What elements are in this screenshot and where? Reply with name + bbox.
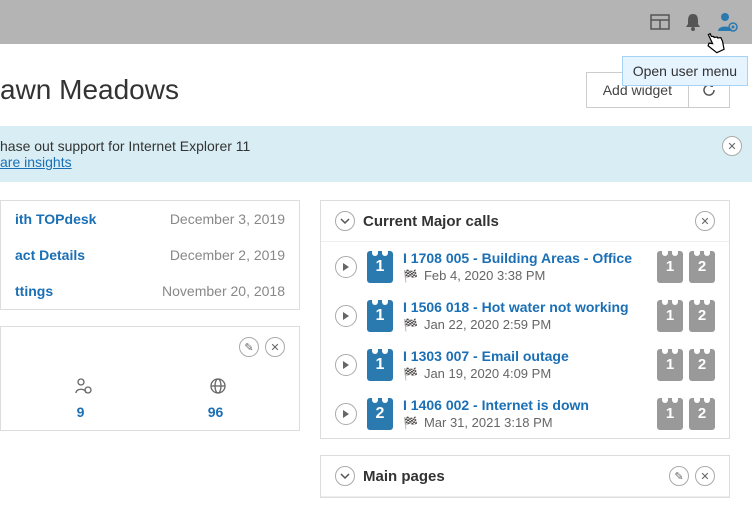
major-calls-title: Current Major calls <box>363 213 695 230</box>
stat-b[interactable]: 96 <box>208 404 224 420</box>
close-icon[interactable]: ✕ <box>265 337 285 357</box>
call-row: 1 I 1303 007 - Email outage 🏁 Jan 19, 202… <box>321 340 729 389</box>
notice-banner: hase out support for Internet Explorer 1… <box>0 126 752 182</box>
play-icon[interactable] <box>335 256 357 278</box>
link-row: ith TOPdesk December 3, 2019 <box>1 201 299 237</box>
chevron-down-icon[interactable] <box>335 211 355 231</box>
ticket-1-button[interactable]: 1 <box>657 349 683 381</box>
ticket-1-button[interactable]: 1 <box>657 300 683 332</box>
link-topdesk[interactable]: ith TOPdesk <box>15 211 96 227</box>
ticket-1-button[interactable]: 1 <box>657 251 683 283</box>
stats-card: ✎ ✕ 9 96 <box>0 326 300 431</box>
ticket-2-button[interactable]: 2 <box>689 300 715 332</box>
checkered-flag-icon: 🏁 <box>403 269 418 283</box>
checkered-flag-icon: 🏁 <box>403 367 418 381</box>
notice-link[interactable]: are insights <box>0 154 72 170</box>
call-timestamp: Mar 31, 2021 3:18 PM <box>424 415 553 430</box>
ticket-2-button[interactable]: 2 <box>689 251 715 283</box>
link-date: December 3, 2019 <box>170 211 285 227</box>
call-row: 1 I 1708 005 - Building Areas - Office 🏁… <box>321 242 729 291</box>
close-icon[interactable]: ✕ <box>695 211 715 231</box>
user-menu-tooltip: Open user menu <box>622 56 748 86</box>
close-icon[interactable]: ✕ <box>695 466 715 486</box>
edit-icon[interactable]: ✎ <box>669 466 689 486</box>
call-row: 1 I 1506 018 - Hot water not working 🏁 Ja… <box>321 291 729 340</box>
priority-badge: 2 <box>367 398 393 430</box>
call-row: 2 I 1406 002 - Internet is down 🏁 Mar 31,… <box>321 389 729 438</box>
person-globe-icon <box>74 377 92 400</box>
play-icon[interactable] <box>335 403 357 425</box>
ticket-2-button[interactable]: 2 <box>689 349 715 381</box>
page-title: awn Meadows <box>0 74 179 106</box>
dashboard-icon[interactable] <box>650 12 670 32</box>
major-calls-card: Current Major calls ✕ 1 I 1708 005 - Bui… <box>320 200 730 439</box>
play-icon[interactable] <box>335 305 357 327</box>
ticket-1-button[interactable]: 1 <box>657 398 683 430</box>
link-row: act Details December 2, 2019 <box>1 237 299 273</box>
link-date: December 2, 2019 <box>170 247 285 263</box>
link-date: November 20, 2018 <box>162 283 285 299</box>
globe-icon <box>209 377 227 400</box>
call-timestamp: Jan 22, 2020 2:59 PM <box>424 317 551 332</box>
checkered-flag-icon: 🏁 <box>403 416 418 430</box>
close-icon[interactable]: ✕ <box>722 136 742 156</box>
main-pages-card: Main pages ✎ ✕ <box>320 455 730 498</box>
link-details[interactable]: act Details <box>15 247 85 263</box>
links-card: ith TOPdesk December 3, 2019 act Details… <box>0 200 300 310</box>
call-title[interactable]: I 1406 002 - Internet is down <box>403 397 647 413</box>
link-settings[interactable]: ttings <box>15 283 53 299</box>
call-timestamp: Jan 19, 2020 4:09 PM <box>424 366 551 381</box>
checkered-flag-icon: 🏁 <box>403 318 418 332</box>
call-title[interactable]: I 1708 005 - Building Areas - Office <box>403 250 647 266</box>
ticket-2-button[interactable]: 2 <box>689 398 715 430</box>
priority-badge: 1 <box>367 300 393 332</box>
main-pages-title: Main pages <box>363 468 669 485</box>
play-icon[interactable] <box>335 354 357 376</box>
priority-badge: 1 <box>367 349 393 381</box>
edit-icon[interactable]: ✎ <box>239 337 259 357</box>
link-row: ttings November 20, 2018 <box>1 273 299 309</box>
bell-icon[interactable] <box>684 12 702 32</box>
call-timestamp: Feb 4, 2020 3:38 PM <box>424 268 545 283</box>
call-title[interactable]: I 1506 018 - Hot water not working <box>403 299 647 315</box>
priority-badge: 1 <box>367 251 393 283</box>
notice-line1: hase out support for Internet Explorer 1… <box>0 138 712 154</box>
stat-a[interactable]: 9 <box>77 404 85 420</box>
topbar <box>0 0 752 44</box>
call-title[interactable]: I 1303 007 - Email outage <box>403 348 647 364</box>
chevron-down-icon[interactable] <box>335 466 355 486</box>
